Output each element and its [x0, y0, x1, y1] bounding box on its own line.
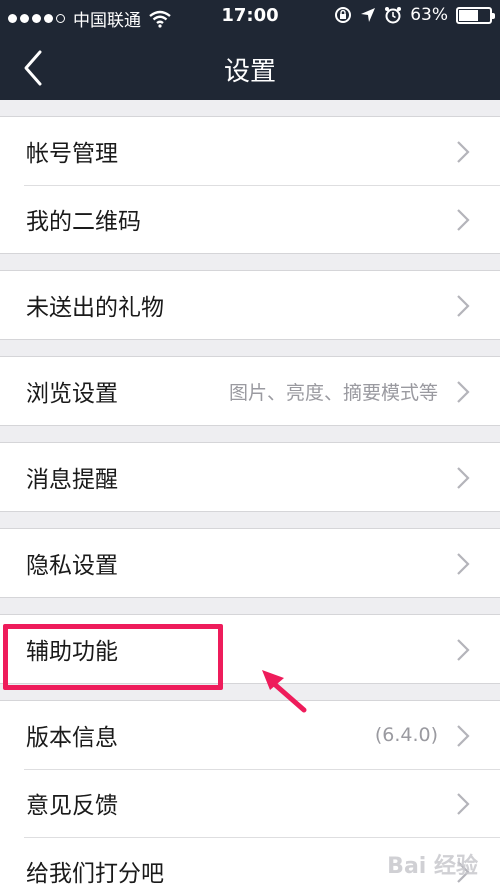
chevron-right-icon — [457, 467, 470, 489]
settings-group-account: 帐号管理 我的二维码 — [0, 116, 500, 254]
row-label: 版本信息 — [26, 725, 118, 751]
settings-group-browse: 浏览设置 图片、亮度、摘要模式等 — [0, 356, 500, 426]
battery-icon — [456, 6, 495, 24]
settings-group-notifications: 消息提醒 — [0, 442, 500, 512]
chevron-right-icon — [457, 141, 470, 163]
chevron-right-icon — [457, 295, 470, 317]
row-feedback[interactable]: 意见反馈 — [0, 769, 500, 837]
top-bar: 中国联通 17:00 63% 设置 — [0, 0, 500, 100]
page-title: 设置 — [223, 57, 276, 87]
row-unsent-gifts[interactable]: 未送出的礼物 — [0, 271, 500, 339]
row-label: 浏览设置 — [26, 381, 118, 407]
chevron-right-icon — [457, 381, 470, 403]
row-label: 给我们打分吧 — [26, 861, 164, 887]
row-my-qr-code[interactable]: 我的二维码 — [0, 185, 500, 253]
settings-list: 帐号管理 我的二维码 未送出的礼物 浏览设置 图片、亮度、摘要模式等 消息提醒 … — [0, 100, 500, 888]
row-label: 未送出的礼物 — [26, 295, 164, 321]
watermark: Bai 经验 — [387, 854, 478, 879]
status-bar: 中国联通 17:00 63% — [0, 0, 500, 34]
chevron-right-icon — [457, 639, 470, 661]
chevron-right-icon — [457, 793, 470, 815]
row-browse-settings[interactable]: 浏览设置 图片、亮度、摘要模式等 — [0, 357, 500, 425]
location-icon — [361, 8, 376, 22]
highlight-box — [3, 624, 223, 690]
settings-group-gifts: 未送出的礼物 — [0, 270, 500, 340]
row-label: 隐私设置 — [26, 553, 118, 579]
chevron-right-icon — [457, 725, 470, 747]
settings-group-privacy: 隐私设置 — [0, 528, 500, 598]
row-label: 帐号管理 — [26, 141, 118, 167]
chevron-right-icon — [457, 209, 470, 231]
row-account-management[interactable]: 帐号管理 — [0, 117, 500, 185]
row-privacy-settings[interactable]: 隐私设置 — [0, 529, 500, 597]
rotation-lock-icon — [335, 7, 352, 23]
row-notifications[interactable]: 消息提醒 — [0, 443, 500, 511]
annotation-arrow-icon — [262, 670, 307, 713]
row-value: (6.4.0) — [374, 724, 438, 746]
row-version-info[interactable]: 版本信息 (6.4.0) — [0, 701, 500, 769]
row-value: 图片、亮度、摘要模式等 — [228, 381, 438, 404]
row-label: 我的二维码 — [26, 209, 141, 235]
alarm-icon — [385, 7, 402, 24]
row-label: 消息提醒 — [26, 467, 118, 493]
battery-percent: 63% — [410, 5, 448, 25]
chevron-right-icon — [457, 553, 470, 575]
row-label: 意见反馈 — [26, 793, 118, 819]
